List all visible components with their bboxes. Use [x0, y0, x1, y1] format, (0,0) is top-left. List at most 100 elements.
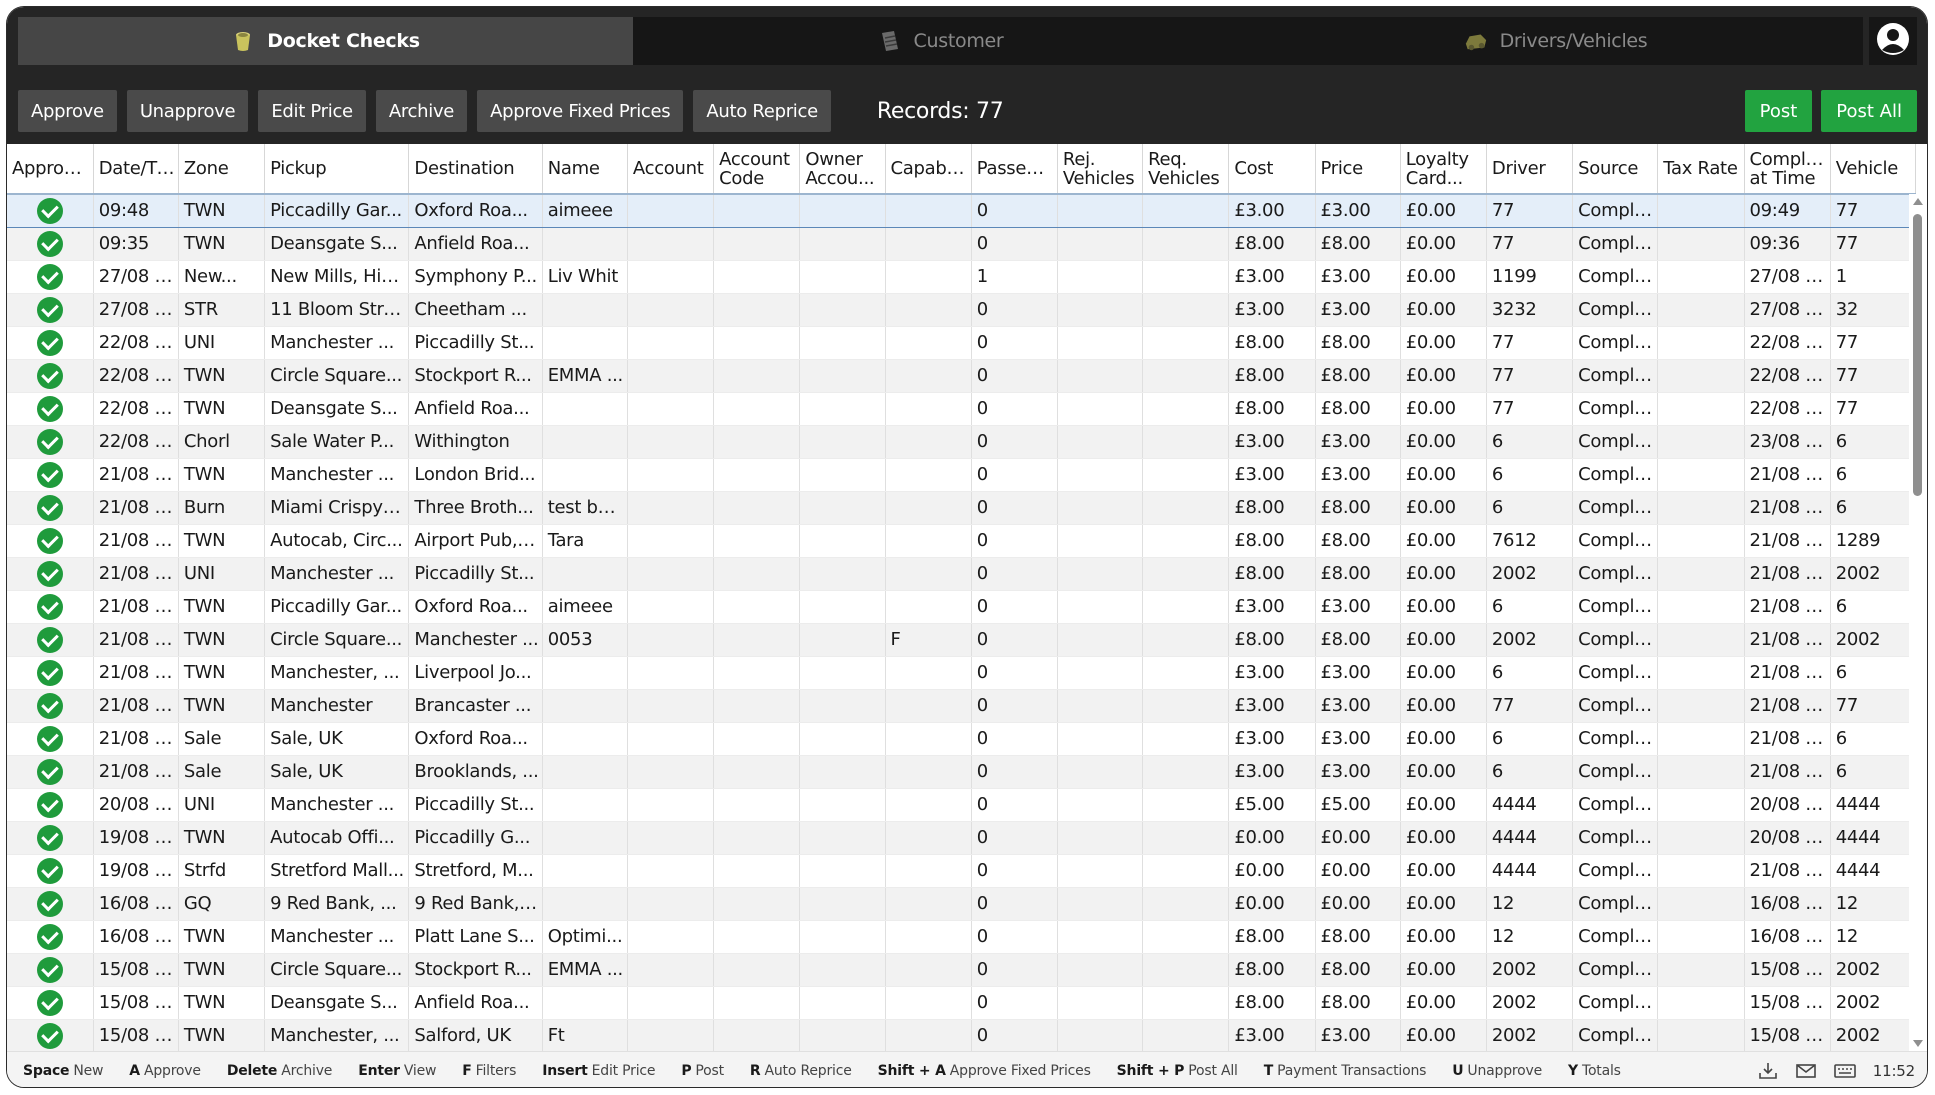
cell-pickup[interactable]: Manchester ... — [264, 788, 410, 822]
cell-passengers[interactable]: 0 — [971, 524, 1058, 558]
cell-date[interactable]: 19/08 13: — [93, 821, 179, 855]
cell-pickup[interactable]: Circle Square... — [264, 623, 410, 657]
cell-date[interactable]: 22/08 12: — [93, 359, 179, 393]
cell-cost[interactable]: £3.00 — [1228, 293, 1316, 327]
approved-cell[interactable] — [7, 755, 94, 789]
table-row[interactable]: 21/08 11:3TWNCircle Square...Manchester … — [7, 623, 1916, 657]
cell-completed[interactable]: 22/08 12: — [1744, 326, 1831, 360]
cell-rej-vehicles[interactable] — [1057, 590, 1144, 624]
cell-pickup[interactable]: 11 Bloom Stre... — [264, 293, 410, 327]
cell-destination[interactable]: Piccadilly St... — [408, 557, 543, 591]
cell-destination[interactable]: Stockport R... — [408, 359, 543, 393]
column-header-driver[interactable]: Driver — [1486, 144, 1574, 195]
cell-vehicle[interactable]: 2002 — [1830, 623, 1916, 657]
cell-destination[interactable]: Airport Pub, ... — [408, 524, 543, 558]
cell-driver[interactable]: 77 — [1486, 392, 1574, 426]
cell-passengers[interactable]: 0 — [971, 326, 1058, 360]
cell-vehicle[interactable]: 12 — [1830, 920, 1916, 954]
approved-cell[interactable] — [7, 293, 94, 327]
cell-owner-account[interactable] — [799, 590, 886, 624]
cell-driver[interactable]: 12 — [1486, 920, 1574, 954]
approved-cell[interactable] — [7, 326, 94, 360]
table-row[interactable]: 19/08 13: TWN Autocab Offi... Piccadilly G.… — [7, 821, 1916, 855]
cell-driver[interactable]: 12 — [1486, 887, 1574, 921]
cell-pickup[interactable]: Manchester — [264, 689, 410, 723]
cell-name[interactable] — [542, 788, 628, 822]
cell-price[interactable]: £3.00 — [1315, 425, 1401, 459]
cell-destination[interactable]: Piccadilly St... — [408, 326, 543, 360]
cell-driver[interactable]: 2002 — [1486, 953, 1574, 987]
cell-req-vehicles[interactable] — [1142, 293, 1230, 327]
cell-passengers[interactable]: 0 — [971, 854, 1058, 888]
cell-passengers[interactable]: 0 — [971, 689, 1058, 723]
cell-date[interactable]: 21/08 11:3 — [93, 590, 179, 624]
cell-source[interactable]: Comple... — [1572, 359, 1659, 393]
cell-name[interactable]: Ft — [542, 1019, 628, 1051]
column-header-req-vehicles[interactable]: Req. Vehicles — [1142, 144, 1230, 195]
cell-vehicle[interactable]: 1 — [1830, 260, 1916, 294]
cell-price[interactable]: £8.00 — [1315, 359, 1401, 393]
cell-name[interactable] — [542, 854, 628, 888]
cell-owner-account[interactable] — [799, 656, 886, 690]
cell-vehicle[interactable]: 4444 — [1830, 788, 1916, 822]
cell-driver[interactable]: 3232 — [1486, 293, 1574, 327]
column-header-rej-vehicles[interactable]: Rej. Vehicles — [1057, 144, 1144, 195]
cell-destination[interactable]: Cheetham ... — [408, 293, 543, 327]
cell-tax-rate[interactable] — [1657, 491, 1745, 525]
cell-loyalty[interactable]: £0.00 — [1400, 722, 1487, 756]
approved-cell[interactable] — [7, 425, 94, 459]
cell-account-code[interactable] — [713, 260, 801, 294]
cell-req-vehicles[interactable] — [1142, 193, 1230, 228]
cell-owner-account[interactable] — [799, 491, 886, 525]
cell-account[interactable] — [627, 392, 715, 426]
column-header-capability[interactable]: Capability — [885, 144, 972, 195]
cell-account[interactable] — [627, 227, 715, 261]
cell-completed[interactable]: 21/08 11:5 — [1744, 524, 1831, 558]
cell-passengers[interactable]: 0 — [971, 656, 1058, 690]
cell-rej-vehicles[interactable] — [1057, 953, 1144, 987]
cell-owner-account[interactable] — [799, 920, 886, 954]
table-row[interactable]: 16/08 14: GQ 9 Red Bank, ... 9 Red Bank, ..… — [7, 887, 1916, 921]
cell-capability[interactable] — [885, 755, 972, 789]
cell-account-code[interactable] — [713, 722, 801, 756]
cell-capability[interactable] — [885, 920, 972, 954]
tab-drivers-vehicles[interactable]: Drivers/Vehicles — [1248, 17, 1863, 65]
cell-rej-vehicles[interactable] — [1057, 920, 1144, 954]
cell-passengers[interactable]: 0 — [971, 557, 1058, 591]
cell-req-vehicles[interactable] — [1142, 821, 1230, 855]
cell-capability[interactable] — [885, 425, 972, 459]
cell-name[interactable]: Optimi... — [542, 920, 628, 954]
cell-capability[interactable] — [885, 821, 972, 855]
cell-passengers[interactable]: 0 — [971, 920, 1058, 954]
cell-capability[interactable] — [885, 359, 972, 393]
table-row[interactable]: 21/08 14: TWN Manchester ... London Brid...… — [7, 458, 1916, 492]
cell-completed[interactable]: 22/08 12: — [1744, 392, 1831, 426]
cell-owner-account[interactable] — [799, 623, 886, 657]
approved-cell[interactable] — [7, 590, 94, 624]
approved-cell[interactable] — [7, 359, 94, 393]
cell-driver[interactable]: 1199 — [1486, 260, 1574, 294]
approved-cell[interactable] — [7, 920, 94, 954]
cell-zone[interactable]: TWN — [178, 1019, 266, 1051]
cell-account[interactable] — [627, 425, 715, 459]
cell-zone[interactable]: TWN — [178, 986, 266, 1020]
unapprove-button[interactable]: Unapprove — [126, 90, 249, 132]
cell-passengers[interactable]: 0 — [971, 953, 1058, 987]
cell-cost[interactable]: £3.00 — [1228, 260, 1316, 294]
cell-cost[interactable]: £8.00 — [1228, 524, 1316, 558]
cell-rej-vehicles[interactable] — [1057, 193, 1144, 228]
table-row[interactable]: 21/08 09 Sale Sale, UK Oxford Roa... 0 £3.00 £… — [7, 722, 1916, 756]
cell-account[interactable] — [627, 953, 715, 987]
column-header-tax-rate[interactable]: Tax Rate — [1657, 144, 1745, 195]
cell-source[interactable]: Comple... — [1572, 887, 1659, 921]
cell-account[interactable] — [627, 920, 715, 954]
cell-name[interactable]: 0053 — [542, 623, 628, 657]
cell-pickup[interactable]: Sale, UK — [264, 755, 410, 789]
cell-loyalty[interactable]: £0.00 — [1400, 854, 1487, 888]
table-row[interactable]: 21/08 11:4UNIManchester ...Piccadilly St… — [7, 557, 1916, 591]
cell-owner-account[interactable] — [799, 821, 886, 855]
cell-pickup[interactable]: Manchester, ... — [264, 1019, 410, 1051]
cell-source[interactable]: Comple... — [1572, 722, 1659, 756]
approved-cell[interactable] — [7, 656, 94, 690]
cell-date[interactable]: 09:35 — [93, 227, 179, 261]
